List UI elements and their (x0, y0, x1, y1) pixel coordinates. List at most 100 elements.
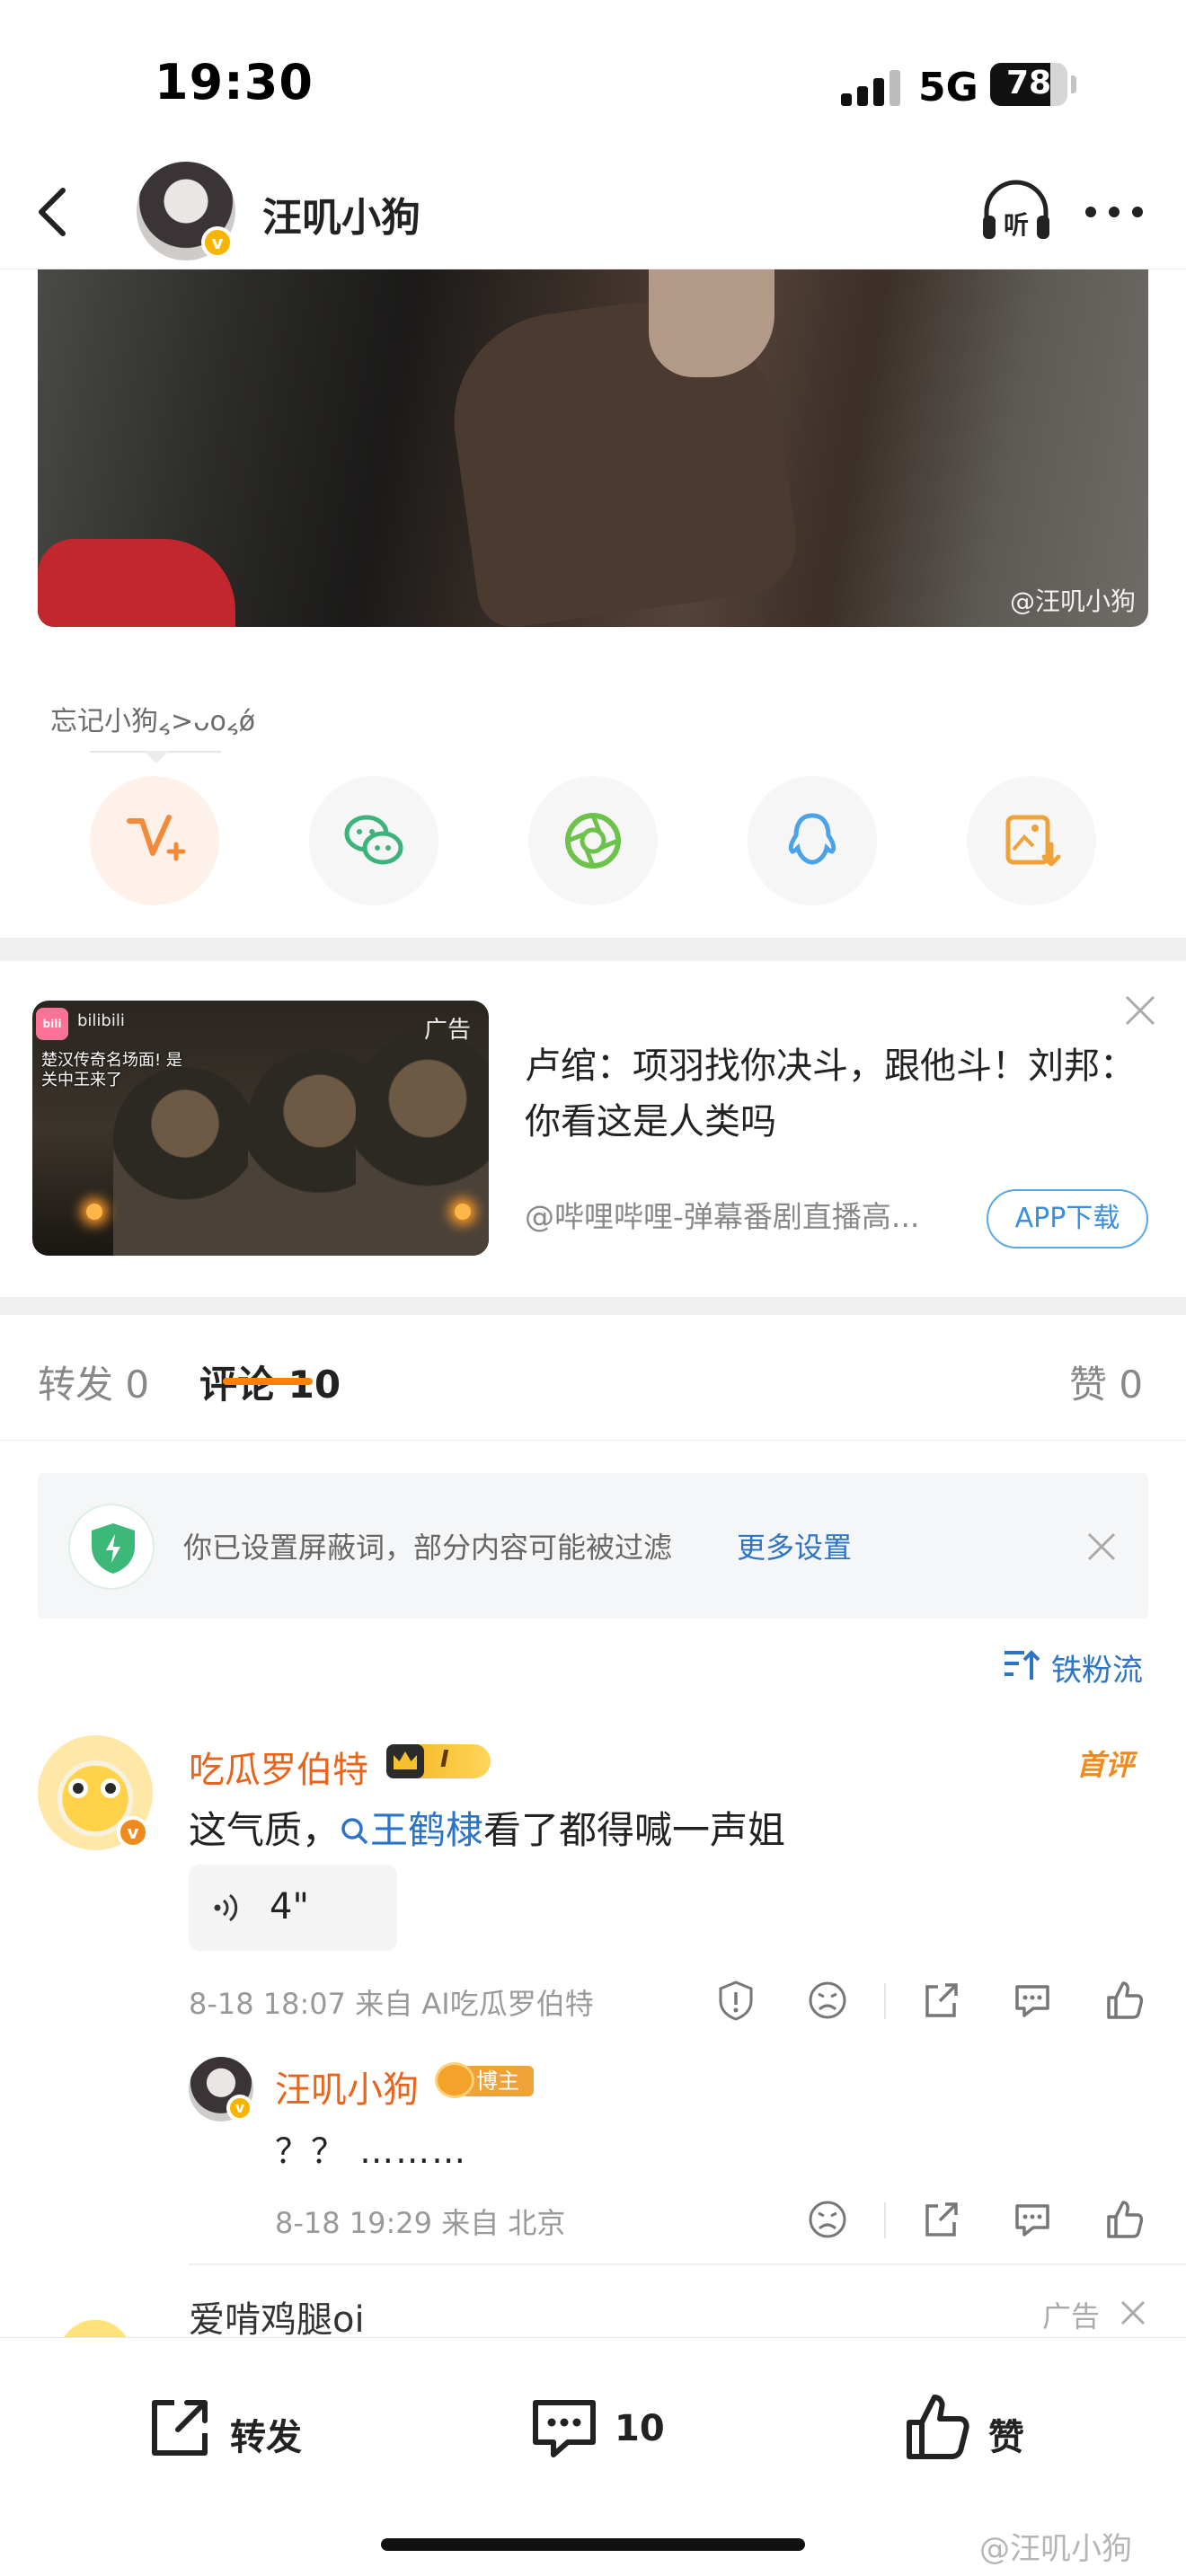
comment-meta: 8-18 18:07 来自 AI吃瓜罗伯特 (189, 1987, 594, 2021)
image-red-chair (38, 539, 235, 627)
topic-link[interactable]: 王鹤棣 (340, 1808, 483, 1852)
tab-forward[interactable]: 转发 0 (38, 1354, 149, 1409)
verified-icon: v (201, 226, 234, 259)
sort-mode[interactable]: 铁粉流 (1051, 1645, 1143, 1689)
comment-button[interactable]: 10 (528, 2392, 690, 2464)
like-icon[interactable] (1103, 2199, 1145, 2240)
comment-text-before: 这气质， (189, 1808, 341, 1852)
wechat-icon (344, 815, 403, 865)
action-divider (884, 2202, 886, 2238)
filter-notice: 你已设置屏蔽词，部分内容可能被过滤 更多设置 (38, 1473, 1148, 1619)
voice-message[interactable]: 4" (189, 1865, 397, 1951)
forward-icon[interactable] (920, 2199, 961, 2240)
filter-notice-text: 你已设置屏蔽词，部分内容可能被过滤 (183, 1531, 673, 1565)
status-bar: 19:30 5G 78 (0, 0, 1186, 153)
status-time: 19:30 (155, 54, 314, 110)
image-hand (649, 269, 774, 377)
close-icon[interactable] (1085, 1531, 1118, 1563)
comment-text-after: 看了都得喊一声姐 (483, 1808, 786, 1852)
search-icon (341, 1818, 368, 1845)
next-commenter-name[interactable]: 爱啃鸡腿oi (189, 2290, 365, 2342)
voice-duration: 4" (270, 1886, 309, 1928)
share-qq-button[interactable] (748, 776, 877, 905)
nav-header: v 汪叽小狗 听 (0, 153, 1186, 269)
ad-thumbnail[interactable]: bili bilibili 楚汉传奇名场面! 是关中王来了 广告 (32, 1001, 489, 1256)
save-image-icon (1005, 815, 1061, 867)
next-ad-tag: 广告 (1042, 2299, 1101, 2333)
first-comment-tag: 首评 (1076, 1748, 1135, 1782)
section-divider (0, 938, 1186, 961)
qq-icon (788, 813, 836, 865)
verified-icon: v (226, 2095, 253, 2122)
active-tab-indicator (223, 1378, 313, 1385)
like-button[interactable]: 赞 (902, 2392, 1046, 2464)
tiger-icon (435, 2062, 474, 2098)
ad-thumb-logo-text: bilibili (77, 1011, 125, 1030)
like-label: 赞 (988, 2417, 1024, 2458)
report-icon[interactable] (715, 1980, 757, 2021)
close-icon[interactable] (1120, 2299, 1146, 2326)
forward-icon (152, 2400, 208, 2456)
commenter-name[interactable]: 吃瓜罗伯特 (189, 1741, 368, 1793)
thumb-figure-3 (356, 1031, 489, 1256)
ad-title[interactable]: 卢绾：项羽找你决斗，跟他斗！刘邦：你看这是人类吗 (525, 1038, 1154, 1150)
more-icon[interactable] (1085, 203, 1148, 221)
listen-label: 听 (1004, 210, 1029, 240)
topic-text: 王鹤棣 (370, 1808, 484, 1852)
home-indicator[interactable] (381, 2538, 805, 2551)
listen-icon[interactable]: 听 (979, 180, 1053, 244)
forward-button[interactable]: 转发 (144, 2392, 323, 2464)
avatar-eye (68, 1778, 88, 1798)
reply-meta: 8-18 19:29 来自 北京 (275, 2206, 566, 2240)
network-type: 5G (918, 65, 978, 110)
comment-tabs: 转发 0 评论 10 赞 0 (0, 1301, 1186, 1441)
reply-author-name[interactable]: 汪叽小狗 (275, 2060, 419, 2113)
share-wechat-button[interactable] (309, 776, 438, 905)
ad-card[interactable]: bili bilibili 楚汉传奇名场面! 是关中王来了 广告 卢绾：项羽找你… (0, 961, 1186, 1299)
thumb-candle-1 (86, 1204, 102, 1220)
sort-icon[interactable] (1003, 1649, 1040, 1681)
blogger-badge: 博主 (435, 2062, 534, 2098)
action-divider (884, 1983, 886, 2019)
bilibili-logo-icon: bili (36, 1008, 68, 1040)
tab-likes[interactable]: 赞 0 (1069, 1354, 1143, 1409)
comment-text[interactable]: 这气质， 王鹤棣看了都得喊一声姐 (189, 1800, 785, 1855)
back-icon[interactable] (29, 185, 79, 239)
reply-text[interactable]: ？？ ……… (275, 2123, 467, 2173)
forward-label: 转发 (230, 2417, 302, 2458)
app-download-button[interactable]: APP下载 (987, 1189, 1148, 1248)
thumb-candle-2 (455, 1204, 471, 1220)
crown-icon (386, 1744, 424, 1778)
comment-divider (189, 2263, 1186, 2265)
voice-icon (214, 1893, 238, 1922)
reply-icon[interactable] (1012, 2199, 1053, 2240)
fan-level-badge[interactable]: I (386, 1744, 491, 1778)
ad-source[interactable]: @哔哩哔哩-弹幕番剧直播高... (525, 1193, 965, 1236)
verified-icon: v (117, 1816, 149, 1848)
avatar-eye (101, 1778, 120, 1798)
ad-tag: 广告 (423, 1017, 471, 1044)
share-moments-button[interactable] (528, 776, 658, 905)
dislike-icon[interactable] (807, 2199, 848, 2240)
page-title[interactable]: 汪叽小狗 (262, 185, 420, 243)
dislike-icon[interactable] (807, 1980, 848, 2021)
fan-level: I (440, 1746, 449, 1773)
share-hint: 忘记小狗៹>ᴗo៹ǿ (50, 706, 256, 737)
ad-thumb-caption: 楚汉传奇名场面! 是关中王来了 (41, 1051, 182, 1090)
close-icon[interactable] (1123, 993, 1157, 1028)
comment-icon (533, 2400, 596, 2457)
share-save-button[interactable] (967, 776, 1096, 905)
signal-icon (841, 70, 900, 106)
reply-icon[interactable] (1012, 1980, 1053, 2021)
share-weibo-button[interactable] (90, 776, 219, 905)
like-icon (907, 2395, 969, 2459)
thumb-figure-1 (113, 1067, 257, 1256)
more-settings-link[interactable]: 更多设置 (737, 1525, 852, 1566)
forward-icon[interactable] (920, 1980, 961, 2021)
post-image[interactable]: @汪叽小狗 (38, 269, 1148, 627)
comment-count: 10 (615, 2408, 665, 2449)
like-icon[interactable] (1103, 1980, 1145, 2021)
battery-cap (1071, 75, 1076, 93)
bottom-watermark: @汪叽小狗 (979, 2531, 1132, 2567)
shield-icon (68, 1504, 155, 1590)
